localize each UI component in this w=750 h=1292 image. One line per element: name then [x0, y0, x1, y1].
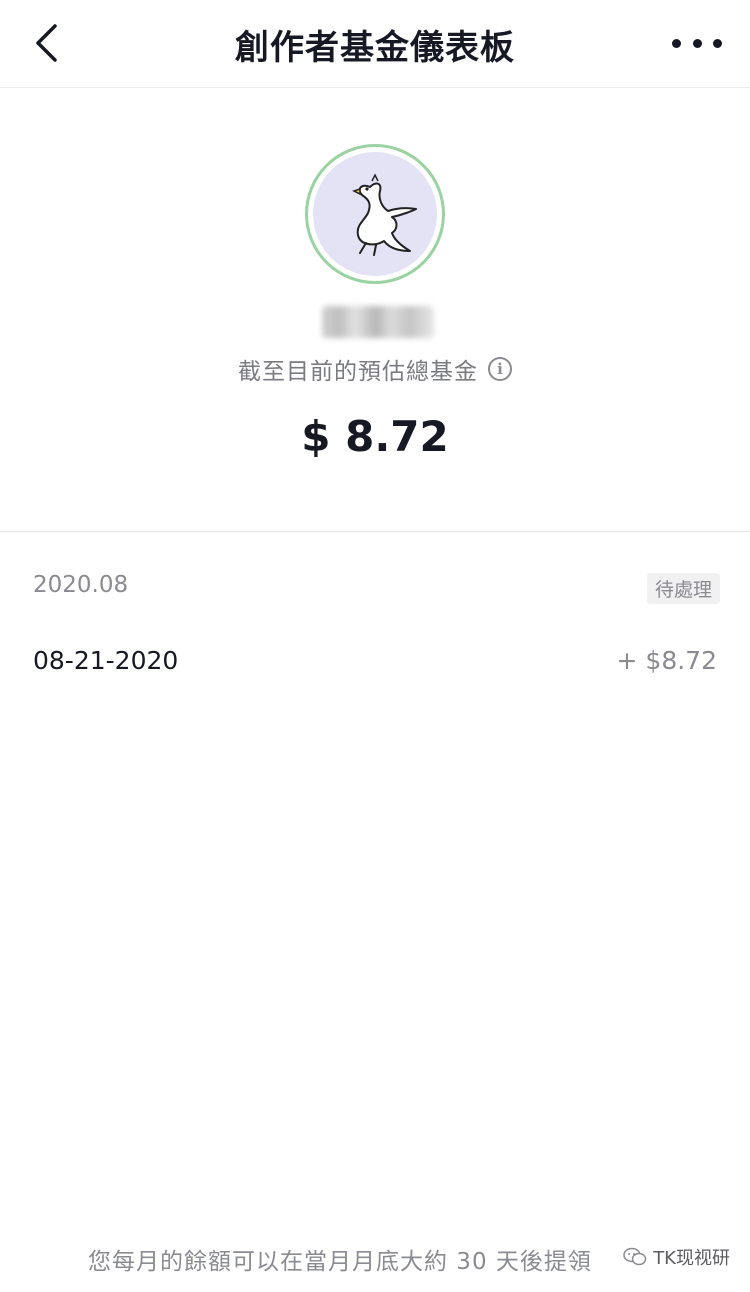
earning-row-amount: + $8.72 [616, 646, 717, 675]
info-icon[interactable]: i [488, 357, 512, 381]
username-redacted [322, 306, 434, 338]
total-amount: $ 8.72 [301, 412, 449, 461]
estimate-row: 截至目前的預估總基金 i [0, 352, 750, 386]
more-options-button[interactable] [672, 28, 722, 58]
earning-row-date: 08-21-2020 [33, 646, 179, 675]
watermark-text: TK现视研 [653, 1248, 730, 1269]
footer-note: 您每月的餘額可以在當月月底大約 30 天後提領 [88, 1249, 592, 1275]
status-badge: 待處理 [646, 573, 720, 604]
avatar[interactable] [305, 144, 445, 284]
month-heading: 2020.08 [33, 572, 129, 598]
creator-fund-dashboard: 創作者基金儀表板 截至目前的預估總基金 i $ 8.72 2020.08 待處理… [0, 0, 750, 1292]
header-bar: 創作者基金儀表板 [0, 0, 750, 88]
watermark: TK现视研 [623, 1244, 730, 1270]
more-horizontal-icon [672, 38, 681, 48]
goose-avatar-illustration [352, 173, 417, 256]
page-title: 創作者基金儀表板 [235, 28, 515, 68]
section-divider [0, 531, 750, 532]
wechat-logo-icon [623, 1247, 647, 1266]
estimate-label: 截至目前的預估總基金 [238, 359, 478, 385]
